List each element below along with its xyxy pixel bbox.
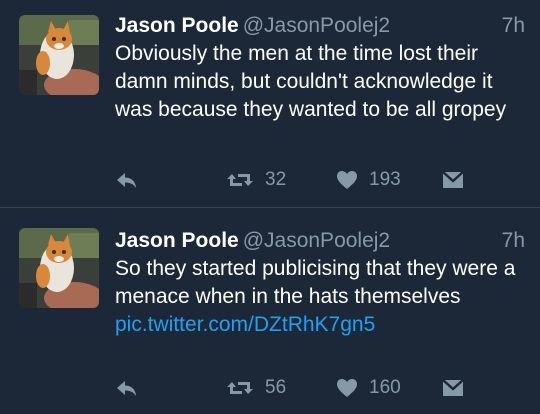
tweet[interactable]: Jason Poole @JasonPoolej2 7h So they star… bbox=[0, 208, 540, 414]
heart-icon bbox=[337, 379, 357, 397]
tweet-text-content: So they started publicising that they we… bbox=[115, 257, 516, 308]
tweet-header: Jason Poole @JasonPoolej2 7h bbox=[115, 225, 525, 257]
tweet-actions: 56 160 bbox=[115, 374, 495, 402]
avatar[interactable] bbox=[19, 228, 99, 308]
like-count: 160 bbox=[369, 377, 401, 398]
heart-icon bbox=[337, 171, 357, 189]
username[interactable]: @JasonPoolej2 bbox=[243, 229, 390, 252]
username[interactable]: @JasonPoolej2 bbox=[243, 14, 390, 37]
tweet-text: Obviously the men at the time lost their… bbox=[115, 40, 525, 124]
tweet-text-content: Obviously the men at the time lost their… bbox=[115, 42, 507, 121]
tweet-header: Jason Poole @JasonPoolej2 7h bbox=[115, 10, 525, 42]
timestamp[interactable]: 7h bbox=[502, 10, 525, 42]
reply-icon bbox=[117, 173, 136, 188]
timeline: Jason Poole @JasonPoolej2 7h Obviously th… bbox=[0, 0, 540, 414]
avatar[interactable] bbox=[19, 15, 99, 95]
timestamp[interactable]: 7h bbox=[502, 225, 525, 257]
display-name[interactable]: Jason Poole bbox=[115, 14, 239, 37]
reply-button[interactable] bbox=[115, 166, 139, 194]
like-count: 193 bbox=[369, 169, 401, 190]
retweet-icon bbox=[227, 382, 253, 394]
reply-icon bbox=[117, 381, 136, 396]
retweet-button[interactable]: 56 bbox=[225, 374, 286, 402]
tweet[interactable]: Jason Poole @JasonPoolej2 7h Obviously th… bbox=[0, 0, 540, 207]
retweet-count: 56 bbox=[265, 377, 287, 398]
direct-message-icon bbox=[442, 171, 464, 188]
like-button[interactable]: 160 bbox=[335, 374, 401, 402]
direct-message-button[interactable] bbox=[441, 166, 465, 194]
tweet-actions: 32 193 bbox=[115, 166, 495, 194]
reply-button[interactable] bbox=[115, 374, 139, 402]
retweet-icon bbox=[227, 174, 253, 186]
retweet-button[interactable]: 32 bbox=[225, 166, 286, 194]
tweet-text: So they started publicising that they we… bbox=[115, 255, 525, 339]
direct-message-button[interactable] bbox=[441, 374, 465, 402]
retweet-count: 32 bbox=[265, 169, 287, 190]
tweet-link[interactable]: pic.twitter.com/DZtRhK7gn5 bbox=[115, 313, 375, 336]
direct-message-icon bbox=[442, 379, 464, 396]
like-button[interactable]: 193 bbox=[335, 166, 401, 194]
display-name[interactable]: Jason Poole bbox=[115, 229, 239, 252]
